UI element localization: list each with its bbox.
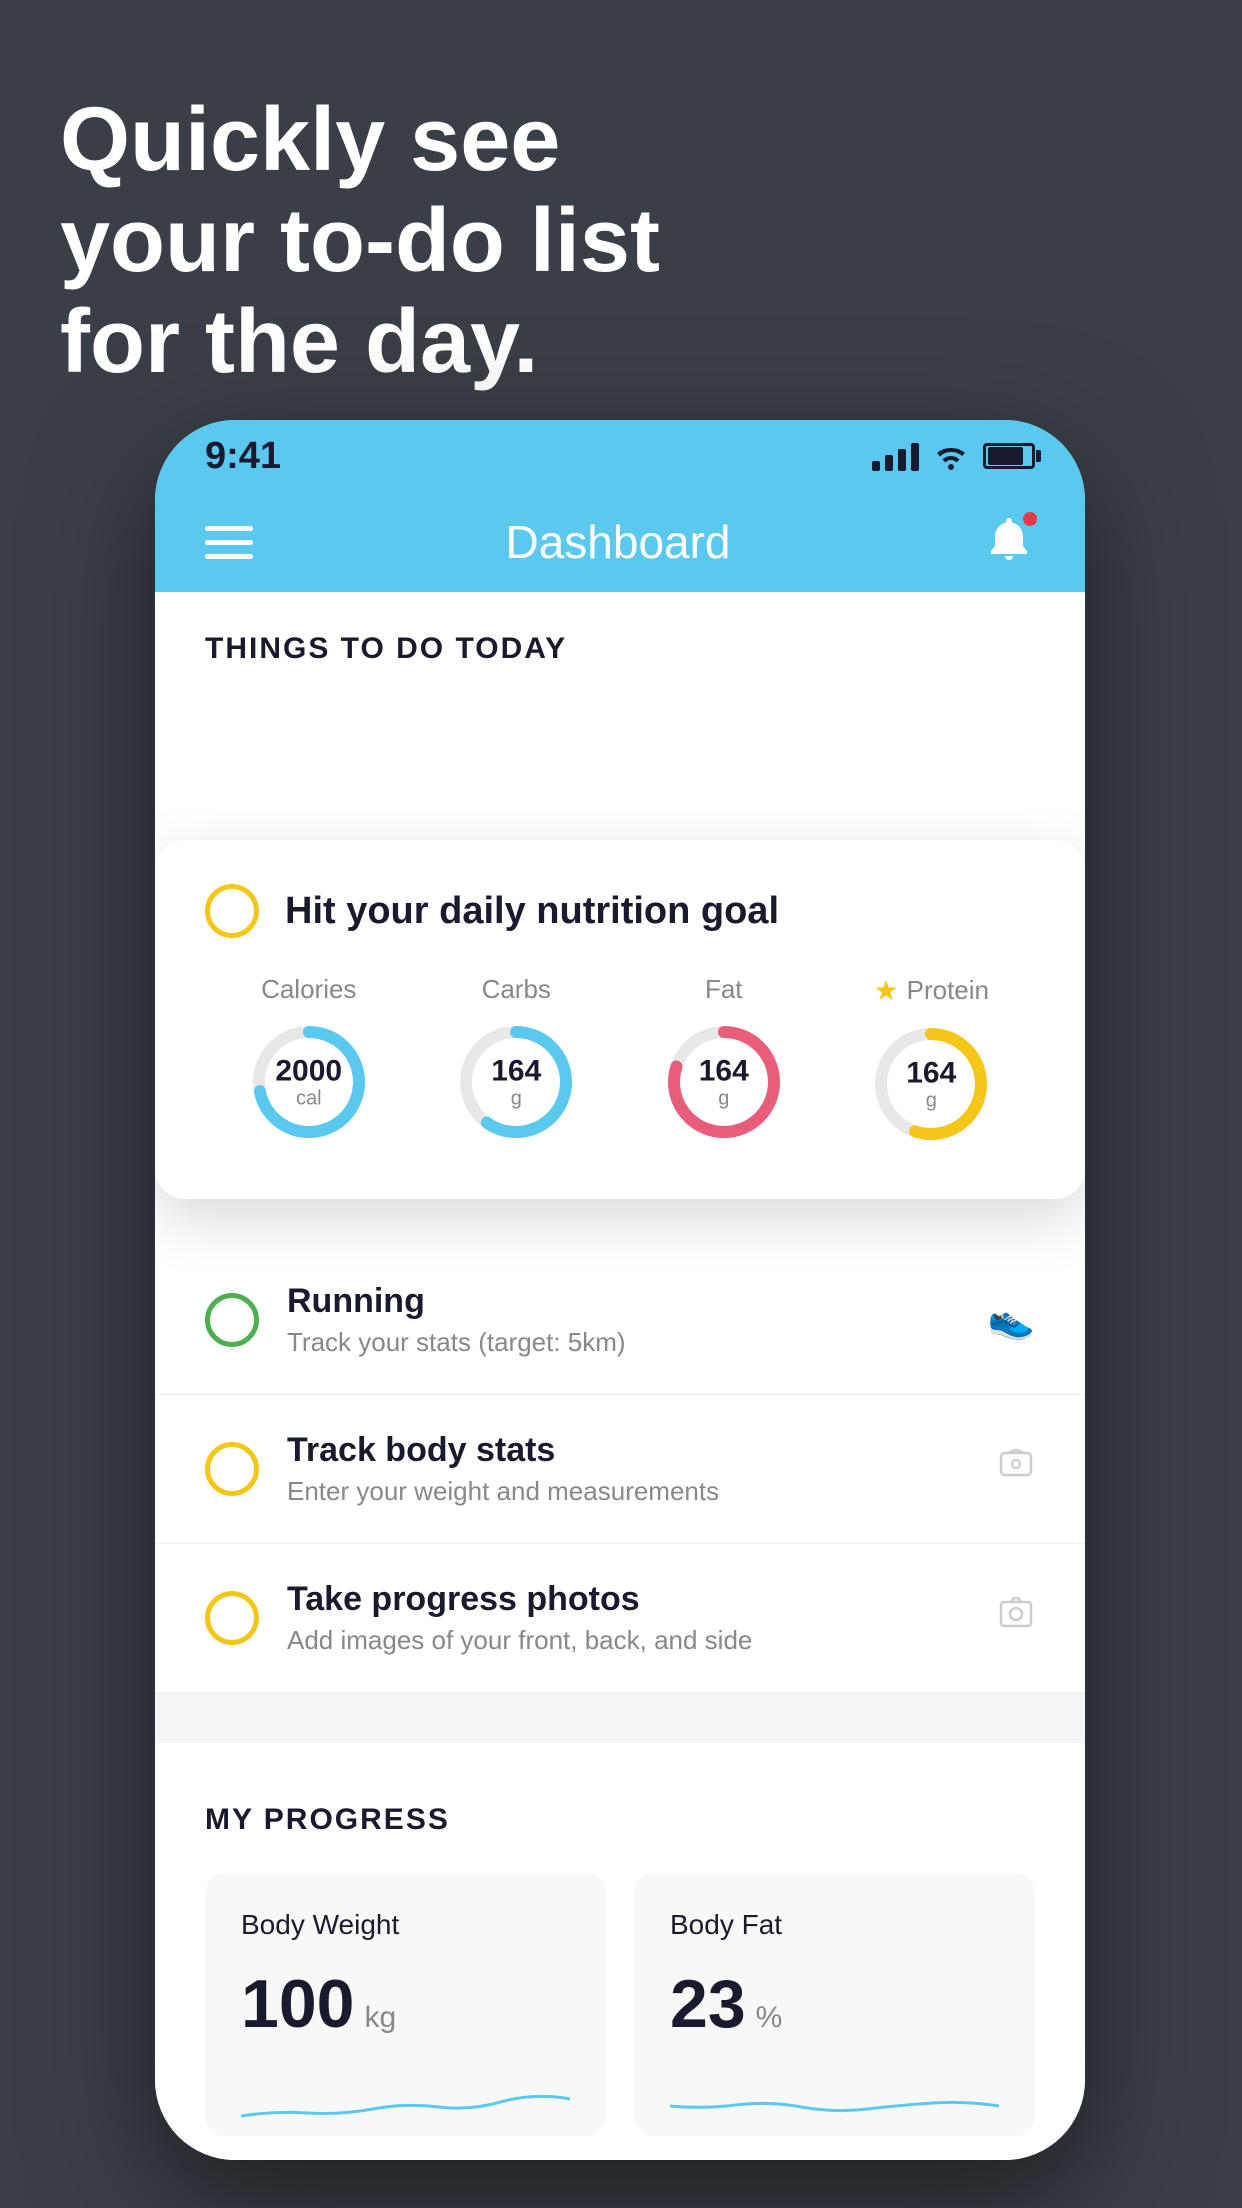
running-circle: [205, 1293, 259, 1347]
headline-line2: your to-do list: [60, 191, 660, 292]
status-time: 9:41: [205, 435, 281, 478]
fat-label: Fat: [705, 974, 743, 1005]
body-stats-title: Track body stats: [287, 1431, 997, 1470]
things-today-header: THINGS TO DO TODAY: [155, 592, 1085, 686]
macro-protein: ★ Protein 164 g: [866, 974, 996, 1149]
carbs-value: 164: [491, 1055, 541, 1088]
body-fat-value: 23: [670, 1965, 746, 2043]
fat-value: 164: [699, 1055, 749, 1088]
hamburger-menu[interactable]: [205, 526, 253, 559]
running-subtitle: Track your stats (target: 5km): [287, 1327, 988, 1358]
macros-row: Calories 2000 cal: [205, 974, 1035, 1149]
notification-bell[interactable]: [983, 514, 1035, 571]
wifi-icon: [933, 442, 969, 470]
status-bar: 9:41: [155, 420, 1085, 492]
nutrition-check-circle[interactable]: [205, 884, 259, 938]
body-fat-sparkline: [670, 2071, 999, 2131]
running-icon: 👟: [988, 1298, 1035, 1342]
body-weight-value: 100: [241, 1965, 354, 2043]
macro-fat: Fat 164 g: [659, 974, 789, 1147]
progress-photos-text: Take progress photos Add images of your …: [287, 1580, 997, 1656]
todo-list: Running Track your stats (target: 5km) 👟…: [155, 1246, 1085, 1693]
body-fat-card[interactable]: Body Fat 23 %: [634, 1873, 1035, 2136]
body-stats-subtitle: Enter your weight and measurements: [287, 1476, 997, 1507]
body-weight-unit: kg: [364, 2001, 396, 2035]
nutrition-card: Hit your daily nutrition goal Calories 2: [155, 840, 1085, 1199]
todo-item-progress-photos[interactable]: Take progress photos Add images of your …: [155, 1544, 1085, 1693]
todo-item-body-stats[interactable]: Track body stats Enter your weight and m…: [155, 1395, 1085, 1544]
progress-cards: Body Weight 100 kg Body Fat 23 %: [205, 1873, 1035, 2136]
protein-star-icon: ★: [874, 974, 899, 1007]
todo-item-running[interactable]: Running Track your stats (target: 5km) 👟: [155, 1246, 1085, 1395]
fat-unit: g: [699, 1088, 749, 1110]
my-progress-section: MY PROGRESS Body Weight 100 kg Body Fat: [155, 1763, 1085, 2160]
progress-photos-subtitle: Add images of your front, back, and side: [287, 1625, 997, 1656]
photo-icon: [997, 1594, 1035, 1642]
carbs-unit: g: [491, 1088, 541, 1110]
things-today-section: THINGS TO DO TODAY Hit your daily nutrit…: [155, 592, 1085, 1693]
scale-icon: [997, 1445, 1035, 1493]
headline: Quickly see your to-do list for the day.: [60, 90, 660, 392]
progress-header: MY PROGRESS: [205, 1803, 1035, 1837]
body-weight-sparkline: [241, 2071, 570, 2131]
battery-icon: [983, 443, 1035, 469]
nav-bar: Dashboard: [155, 492, 1085, 592]
body-weight-card[interactable]: Body Weight 100 kg: [205, 1873, 606, 2136]
status-icons: [872, 441, 1035, 471]
body-fat-unit: %: [756, 2001, 783, 2035]
body-stats-text: Track body stats Enter your weight and m…: [287, 1431, 997, 1507]
calories-donut: 2000 cal: [244, 1017, 374, 1147]
macro-calories: Calories 2000 cal: [244, 974, 374, 1147]
calories-label: Calories: [261, 974, 356, 1005]
running-title: Running: [287, 1282, 988, 1321]
signal-icon: [872, 441, 919, 471]
body-weight-title: Body Weight: [241, 1909, 570, 1941]
nav-title: Dashboard: [505, 515, 730, 569]
protein-label: Protein: [907, 975, 989, 1006]
protein-unit: g: [906, 1090, 956, 1112]
nutrition-card-title: Hit your daily nutrition goal: [285, 890, 779, 933]
carbs-donut: 164 g: [451, 1017, 581, 1147]
running-text: Running Track your stats (target: 5km): [287, 1282, 988, 1358]
body-fat-title: Body Fat: [670, 1909, 999, 1941]
protein-donut: 164 g: [866, 1019, 996, 1149]
carbs-label: Carbs: [482, 974, 551, 1005]
phone-mockup: 9:41 Dashboard THINGS T: [155, 420, 1085, 2160]
fat-donut: 164 g: [659, 1017, 789, 1147]
progress-photos-circle: [205, 1591, 259, 1645]
protein-value: 164: [906, 1057, 956, 1090]
phone-content: THINGS TO DO TODAY Hit your daily nutrit…: [155, 592, 1085, 2160]
headline-line1: Quickly see: [60, 90, 660, 191]
progress-photos-title: Take progress photos: [287, 1580, 997, 1619]
headline-line3: for the day.: [60, 292, 660, 393]
calories-unit: cal: [275, 1088, 342, 1110]
calories-value: 2000: [275, 1055, 342, 1088]
macro-carbs: Carbs 164 g: [451, 974, 581, 1147]
notification-dot: [1021, 510, 1039, 528]
body-stats-circle: [205, 1442, 259, 1496]
